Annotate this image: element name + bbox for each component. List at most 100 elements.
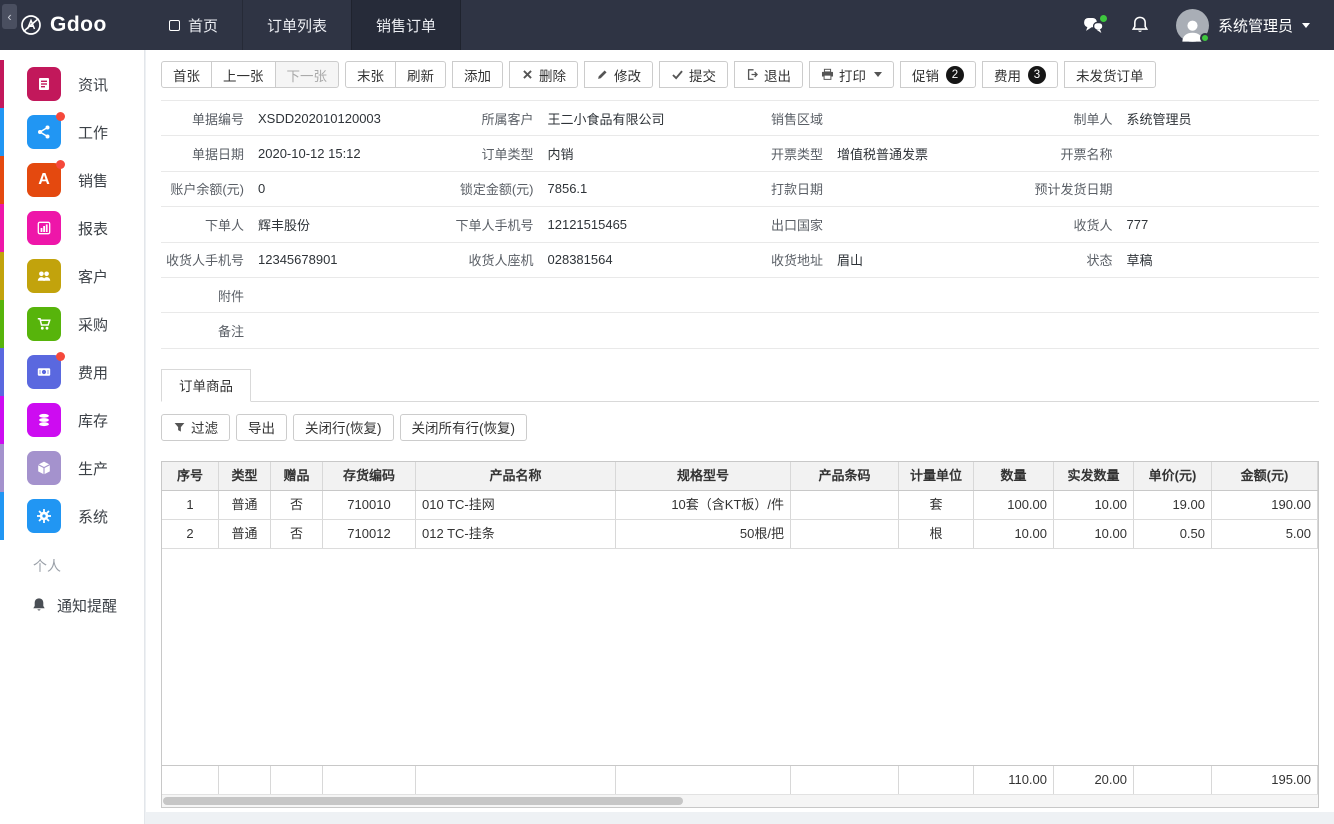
sidebar-item-label: 生产 [78,458,108,479]
color-strip [0,108,4,156]
column-header[interactable]: 金额(元) [1212,462,1318,490]
field-value: 0 [256,181,451,196]
column-header[interactable]: 赠品 [271,462,323,490]
totals-cell [219,766,271,794]
sidebar-item-work[interactable]: 工作 [0,108,144,156]
scrollbar-thumb[interactable] [163,797,683,805]
table-cell: 10.00 [1054,491,1134,519]
prev-button[interactable]: 上一张 [211,61,276,88]
delete-button[interactable]: 删除 [509,61,578,88]
column-header[interactable]: 序号 [162,462,219,490]
grid-header-row: 序号类型赠品存货编码产品名称规格型号产品条码计量单位数量实发数量单价(元)金额(… [162,462,1318,491]
user-menu[interactable]: 系统管理员 [1176,9,1310,42]
sidebar-collapse-button[interactable]: ‹ [2,4,17,29]
column-header[interactable]: 存货编码 [323,462,416,490]
sidebar-item-sales[interactable]: A销售 [0,156,144,204]
sidebar-item-production[interactable]: 生产 [0,444,144,492]
grid-totals-row: 110.0020.00195.00 [162,765,1318,794]
promotion-button[interactable]: 促销2 [900,61,976,88]
toolbar-button-group: 未发货订单 [1064,61,1156,88]
export-button[interactable]: 导出 [236,414,287,441]
column-header[interactable]: 产品条码 [791,462,899,490]
unshipped-orders-button[interactable]: 未发货订单 [1064,61,1156,88]
sidebar-item-label: 工作 [78,122,108,143]
home-icon [169,20,180,31]
sidebar-item-customer[interactable]: 客户 [0,252,144,300]
form-row: 收货人手机号12345678901收货人座机028381564收货地址眉山状态草… [161,243,1319,278]
expense-button[interactable]: 费用3 [982,61,1058,88]
gdoo-logo-icon [20,14,42,36]
bell-icon [1131,15,1149,35]
color-strip [0,396,4,444]
nav-item-home[interactable]: 首页 [145,0,242,50]
next-button[interactable]: 下一张 [275,61,340,88]
field-value: XSDD202010120003 [256,111,451,126]
toolbar-button-group: 首张上一张下一张 [161,61,339,88]
submit-button[interactable]: 提交 [659,61,728,88]
field-value: 眉山 [835,250,1030,269]
print-button[interactable]: 打印 [809,61,894,88]
sidebar-item-purchase[interactable]: 采购 [0,300,144,348]
sidebar-item-label: 采购 [78,314,108,335]
field-label: 收货人 [1030,215,1125,234]
users-icon [36,268,52,284]
sidebar-item-system[interactable]: 系统 [0,492,144,540]
toolbar-button-group: 删除 [509,61,578,88]
notifications-button[interactable] [1131,15,1149,35]
sidebar-item-expense[interactable]: 费用 [0,348,144,396]
last-button[interactable]: 末张 [345,61,396,88]
column-header[interactable]: 类型 [219,462,271,490]
grid-body: 1普通否710010010 TC-挂网10套（含KT板）/件套100.0010.… [162,491,1318,549]
tab-order-items[interactable]: 订单商品 [161,369,251,402]
app-logo-text: Gdoo [50,13,107,37]
field-label: 开票类型 [740,144,835,163]
column-header[interactable]: 规格型号 [616,462,791,490]
avatar [1176,9,1209,42]
sidebar-item-notifications[interactable]: 通知提醒 [0,584,144,626]
column-header[interactable]: 产品名称 [416,462,616,490]
sidebar-item-label: 库存 [78,410,108,431]
toolbar-button-group: 打印 [809,61,894,88]
app-logo[interactable]: Gdoo [0,0,145,50]
table-cell [791,520,899,548]
button-label: 提交 [689,65,716,85]
close-all-rows-button[interactable]: 关闭所有行(恢复) [400,414,528,441]
refresh-button[interactable]: 刷新 [395,61,446,88]
form-row: 账户余额(元)0锁定金额(元)7856.1打款日期预计发货日期 [161,172,1319,207]
column-header[interactable]: 单价(元) [1134,462,1212,490]
nav-item-order-list[interactable]: 订单列表 [242,0,351,50]
sidebar-item-inventory[interactable]: 库存 [0,396,144,444]
table-row[interactable]: 1普通否710010010 TC-挂网10套（含KT板）/件套100.0010.… [162,491,1318,520]
column-header[interactable]: 计量单位 [899,462,974,490]
messages-button[interactable] [1083,17,1104,34]
button-label: 修改 [614,65,641,85]
nav-item-sales-order[interactable]: 销售订单 [351,0,461,50]
letter-a-icon: A [38,171,50,189]
edit-button[interactable]: 修改 [584,61,653,88]
sidebar-item-news[interactable]: 资讯 [0,60,144,108]
first-button[interactable]: 首张 [161,61,212,88]
table-row[interactable]: 2普通否710012012 TC-挂条50根/把根10.0010.000.505… [162,520,1318,549]
cart-icon [36,316,52,332]
close-row-button[interactable]: 关闭行(恢复) [293,414,394,441]
bar-chart-icon [36,220,52,236]
table-cell: 5.00 [1212,520,1318,548]
horizontal-scrollbar[interactable] [162,794,1318,807]
exit-button[interactable]: 退出 [734,61,803,88]
field-value: 草稿 [1125,250,1320,269]
column-header[interactable]: 实发数量 [1054,462,1134,490]
nav-item-label: 销售订单 [376,15,436,36]
items-grid: 序号类型赠品存货编码产品名称规格型号产品条码计量单位数量实发数量单价(元)金额(… [161,461,1319,808]
field-label: 附件 [161,286,256,305]
online-dot [1200,33,1210,43]
color-strip [0,348,4,396]
filter-button[interactable]: 过滤 [161,414,230,441]
toolbar-button-group: 促销2 [900,61,976,88]
table-cell: 1 [162,491,219,519]
totals-cell [1134,766,1212,794]
sidebar-item-report[interactable]: 报表 [0,204,144,252]
field-value: 系统管理员 [1125,109,1320,128]
button-label: 末张 [357,65,384,85]
add-button[interactable]: 添加 [452,61,503,88]
column-header[interactable]: 数量 [974,462,1054,490]
